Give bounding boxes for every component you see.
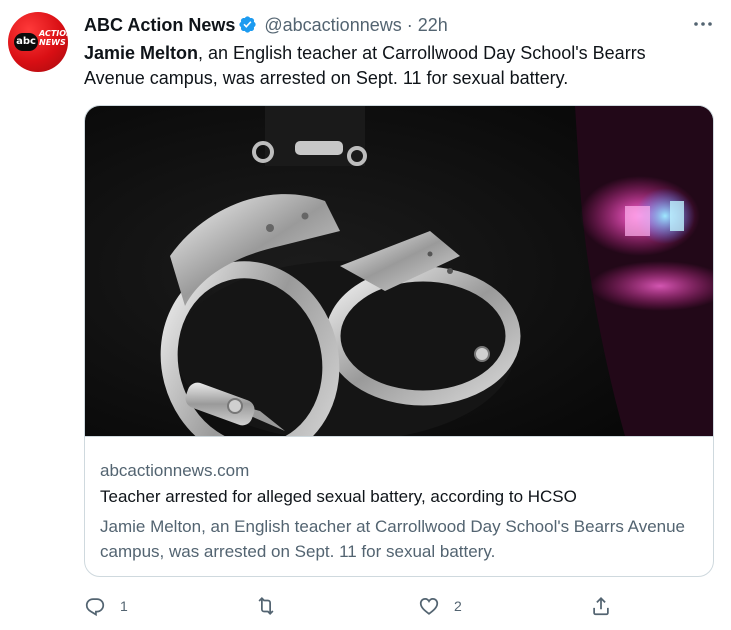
- tweet-actions: 1 2: [0, 594, 731, 618]
- handcuffs-photo: [85, 106, 713, 436]
- tweet-header: ABC Action News @abcactionnews · 22h: [84, 14, 448, 36]
- author-avatar[interactable]: abc ACTION NEWS: [8, 12, 68, 72]
- like-count: 2: [454, 598, 462, 614]
- avatar-logo-text: abc: [14, 33, 38, 51]
- card-domain: abcactionnews.com: [100, 461, 250, 480]
- retweet-button[interactable]: [255, 594, 291, 618]
- card-description: Jamie Melton, an English teacher at Carr…: [100, 517, 686, 561]
- more-options-icon[interactable]: [691, 12, 715, 36]
- tweet-text: Jamie Melton, an English teacher at Carr…: [84, 41, 704, 91]
- reply-count: 1: [120, 598, 128, 614]
- link-card[interactable]: abcactionnews.com Teacher arrested for a…: [84, 105, 714, 577]
- reply-button[interactable]: 1: [84, 594, 128, 618]
- author-handle[interactable]: @abcactionnews: [264, 15, 401, 35]
- tweet-timestamp[interactable]: 22h: [418, 15, 448, 35]
- card-image[interactable]: [85, 106, 713, 437]
- like-button[interactable]: 2: [418, 594, 462, 618]
- share-button[interactable]: [590, 594, 626, 618]
- heart-icon: [419, 597, 439, 615]
- avatar-sub-text: ACTION NEWS: [39, 29, 68, 47]
- mentioned-name: Jamie Melton: [84, 43, 199, 63]
- share-icon: [593, 596, 609, 616]
- reply-icon: [85, 598, 105, 617]
- header-separator: ·: [406, 15, 413, 35]
- card-title: Teacher arrested for alleged sexual batt…: [100, 487, 577, 506]
- author-name[interactable]: ABC Action News: [84, 15, 235, 35]
- verified-badge-icon: [238, 15, 257, 34]
- retweet-icon: [258, 596, 274, 616]
